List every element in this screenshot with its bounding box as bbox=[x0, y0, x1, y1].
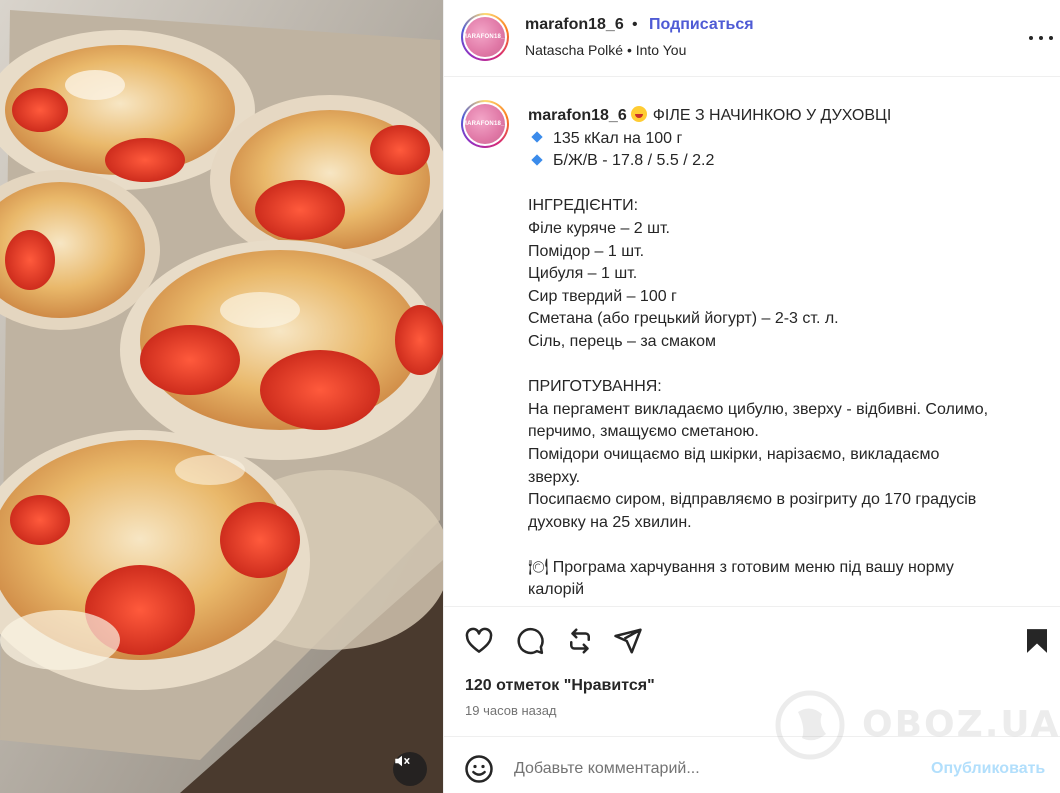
publish-button[interactable]: Опубликовать bbox=[931, 760, 1045, 778]
mute-icon bbox=[395, 755, 410, 767]
more-dot-icon bbox=[1029, 36, 1033, 40]
caption-line: Посипаємо сиром, відправляємо в розігрит… bbox=[528, 491, 977, 509]
post-media[interactable] bbox=[0, 0, 443, 793]
caption-title-line: marafon18_6 ФІЛЕ З НАЧИНКОЮ У ДУХОВЦІ bbox=[528, 105, 1048, 128]
save-icon[interactable] bbox=[1022, 626, 1052, 656]
caption-line: Сир твердий – 100 г bbox=[528, 287, 677, 305]
caption-line: ПРИГОТУВАННЯ: bbox=[528, 378, 662, 396]
caption-scroll-area[interactable]: MARAFON18_6 marafon18_6 ФІЛЕ З НАЧИНКОЮ У… bbox=[444, 78, 1060, 606]
caption-username[interactable]: marafon18_6 bbox=[528, 107, 627, 124]
caption-line-text: Б/Ж/В - 17.8 / 5.5 / 2.2 bbox=[553, 152, 715, 170]
avatar[interactable]: MARAFON18_6 bbox=[461, 13, 509, 61]
caption-line: Цибуля – 1 шт. bbox=[528, 265, 638, 283]
caption-avatar[interactable]: MARAFON18_6 bbox=[461, 100, 509, 148]
post-panel: MARAFON18_6 marafon18_6 • Подписаться Na… bbox=[443, 0, 1060, 793]
avatar-image: MARAFON18_6 bbox=[465, 104, 505, 144]
caption-line: Б/Ж/В - 17.8 / 5.5 / 2.2 bbox=[528, 150, 1048, 173]
caption-line: На пергамент викладаємо цибулю, зверху -… bbox=[528, 400, 989, 418]
more-dot-icon bbox=[1049, 36, 1053, 40]
likes-count[interactable]: 120 отметок "Нравится" bbox=[465, 677, 655, 695]
emoji-picker-icon[interactable] bbox=[464, 754, 494, 784]
food-photo bbox=[0, 0, 443, 793]
heart-icon[interactable] bbox=[464, 626, 494, 656]
mute-button[interactable] bbox=[393, 752, 427, 786]
post-header: MARAFON18_6 marafon18_6 • Подписаться Na… bbox=[444, 0, 1060, 77]
follow-button[interactable]: Подписаться bbox=[649, 16, 754, 34]
comment-bar: Опубликовать bbox=[444, 736, 1060, 793]
caption-line: 135 кКал на 100 г bbox=[528, 128, 1048, 151]
more-options-button[interactable] bbox=[1029, 28, 1053, 48]
more-dot-icon bbox=[1039, 36, 1043, 40]
caption-line-text: 135 кКал на 100 г bbox=[553, 129, 683, 147]
comment-icon[interactable] bbox=[515, 626, 545, 656]
caption-line: Помідор – 1 шт. bbox=[528, 242, 645, 260]
caption-title: ФІЛЕ З НАЧИНКОЮ У ДУХОВЦІ bbox=[652, 107, 892, 124]
post-caption: marafon18_6 ФІЛЕ З НАЧИНКОЮ У ДУХОВЦІ 135… bbox=[528, 105, 1048, 602]
blue-diamond-icon bbox=[531, 154, 543, 166]
caption-line: Помідори очищаємо від шкірки, нарізаємо,… bbox=[528, 445, 940, 463]
caption-line: перчимо, змащуємо сметаною. bbox=[528, 423, 759, 441]
username-link[interactable]: marafon18_6 bbox=[525, 16, 624, 34]
caption-line: Сіль, перець – за смаком bbox=[528, 332, 716, 350]
caption-line: калорій bbox=[528, 581, 585, 599]
separator-dot: • bbox=[632, 16, 638, 33]
post-timestamp[interactable]: 19 часов назад bbox=[465, 703, 557, 718]
post-actions: 120 отметок "Нравится" 19 часов назад bbox=[444, 606, 1060, 736]
caption-line: ІНГРЕДІЄНТИ: bbox=[528, 197, 639, 215]
blue-diamond-icon bbox=[531, 131, 543, 144]
caption-line: Сметана (або грецький йогурт) – 2-3 ст. … bbox=[528, 310, 839, 328]
smiling-face-emoji-icon bbox=[630, 106, 647, 122]
caption-line: Філе куряче – 2 шт. bbox=[528, 219, 670, 237]
share-icon[interactable] bbox=[613, 626, 643, 656]
repost-icon[interactable] bbox=[565, 626, 595, 656]
audio-label[interactable]: Natascha Polké • Into You bbox=[525, 42, 686, 58]
avatar-image: MARAFON18_6 bbox=[465, 17, 505, 57]
comment-input[interactable] bbox=[514, 755, 914, 783]
caption-line: зверху. bbox=[528, 468, 581, 486]
caption-line: 🍽 Програма харчування з готовим меню під… bbox=[528, 558, 954, 576]
caption-line: духовку на 25 хвилин. bbox=[528, 513, 692, 531]
